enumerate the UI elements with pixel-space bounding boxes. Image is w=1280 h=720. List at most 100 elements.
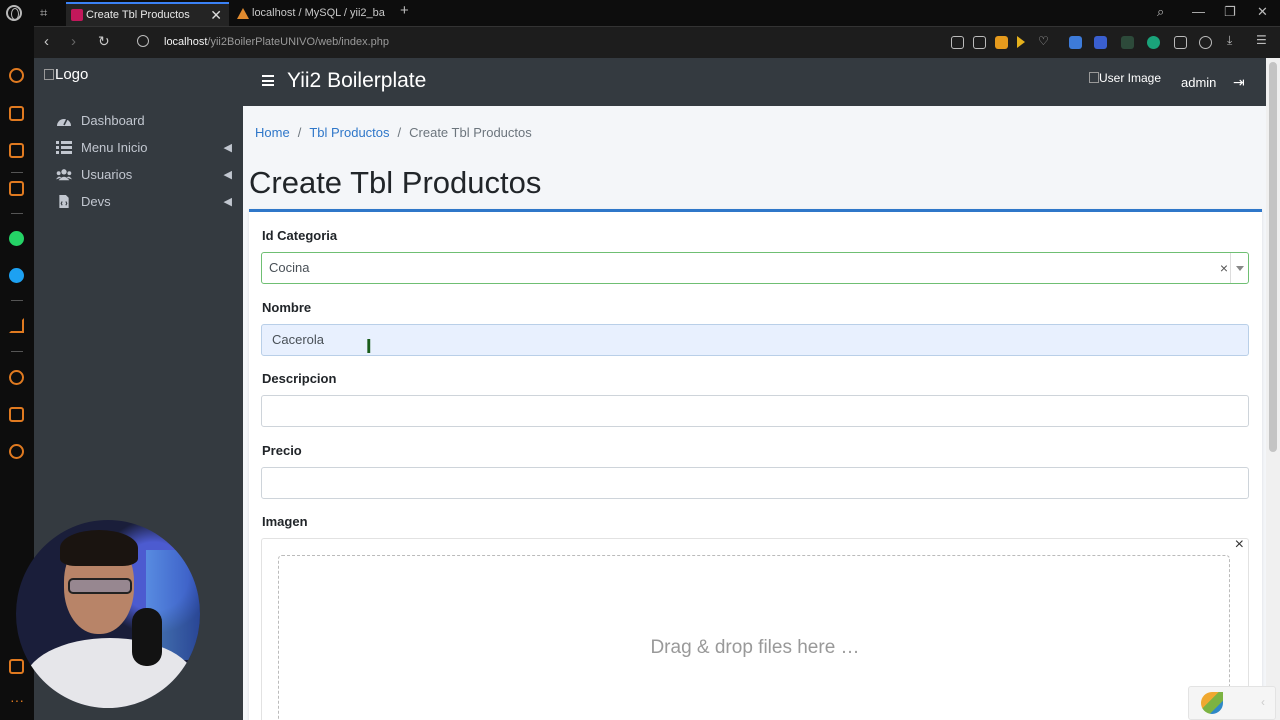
more-icon[interactable]: ··· [10,692,24,708]
id-categoria-select[interactable]: Cocina × [261,252,1249,284]
sign-out-icon[interactable]: ⇥ [1233,74,1245,91]
chevron-left-icon: ‹ [1261,695,1265,709]
url-host: localhost [164,36,208,48]
extensions-icon[interactable] [9,659,24,674]
aria-icon[interactable] [9,181,24,196]
address-bar: ‹ › ↻ localhost/yii2BoilerPlateUNIVO/web… [34,26,1280,58]
page-scrollbar[interactable] [1266,58,1280,720]
site-info-icon[interactable] [137,35,149,47]
code-file-icon [59,195,69,208]
browser-tab-active[interactable]: Create Tbl Productos ✕ [66,2,229,26]
chevron-left-icon: ◀ [223,142,232,154]
broken-image-icon [1089,72,1099,83]
breadcrumb-current: Create Tbl Productos [409,125,532,140]
window-close-icon[interactable]: ✕ [1257,4,1268,20]
tab-search-icon[interactable]: ⌗ [40,5,47,21]
precio-input[interactable] [261,467,1249,499]
hamburger-menu-icon[interactable] [262,75,274,86]
grammar-extension-icon[interactable] [1147,36,1160,49]
dock-separator [11,351,23,352]
player-icon[interactable] [1017,36,1025,48]
dock-separator [11,213,23,214]
sidebar-item-usuarios[interactable]: Usuarios ◀ [56,164,234,186]
sidebar-item-label: Devs [81,194,111,209]
adblock-shield-icon[interactable] [995,36,1008,49]
descripcion-input[interactable] [261,395,1249,427]
extension-icon[interactable] [1121,36,1134,49]
clear-selection-icon[interactable]: × [1220,253,1228,283]
profile-icon[interactable] [1199,36,1212,49]
search-icon[interactable]: ⌕ [1157,4,1164,20]
breadcrumb-separator: / [397,125,402,140]
maximize-icon[interactable]: ❐ [1224,4,1236,20]
product-form-card: Id Categoria Cocina × Nombre Cacerola De… [249,209,1262,720]
forward-icon[interactable]: › [71,33,76,50]
dock-separator [11,172,23,173]
phpmyadmin-favicon-icon [237,8,249,19]
id-categoria-label: Id Categoria [262,228,338,243]
breadcrumb-section-link[interactable]: Tbl Productos [309,125,389,140]
sidebar-item-menu-inicio[interactable]: Menu Inicio ◀ [56,137,234,159]
tab-title: localhost / MySQL / yii2_ba [252,7,385,19]
history-icon[interactable] [9,370,24,385]
nombre-input[interactable]: Cacerola [261,324,1249,356]
url-field[interactable]: localhost/yii2BoilerPlateUNIVO/web/index… [164,36,389,48]
whatsapp-icon[interactable] [9,231,24,246]
scrollbar-thumb[interactable] [1269,62,1277,452]
translate-extension-icon[interactable] [1069,36,1082,49]
tachometer-icon [57,118,71,126]
settings-icon[interactable] [9,444,24,459]
imagen-label: Imagen [262,514,308,529]
speed-dial-icon[interactable] [9,68,24,83]
breadcrumb-separator: / [297,125,302,140]
minimize-icon[interactable]: — [1192,4,1205,19]
user-name[interactable]: admin [1181,75,1216,90]
browser-tab-bar: ⌗ Create Tbl Productos ✕ localhost / MyS… [0,0,1280,26]
twitter-icon[interactable] [9,268,24,283]
broken-image-icon [44,69,54,80]
brand-logo[interactable]: Logo [44,66,88,83]
users-icon [56,169,72,181]
sidebar-item-dashboard[interactable]: Dashboard [56,110,234,132]
dropdown-arrow-icon[interactable] [1230,253,1248,283]
yii-debug-toolbar-toggle[interactable]: ‹ [1188,686,1276,720]
reload-icon[interactable]: ↻ [98,33,110,50]
precio-label: Precio [262,443,302,458]
file-input-box: × Drag & drop files here … [261,536,1249,720]
microphone-icon [132,608,162,666]
yii-logo-icon [1201,692,1223,714]
opera-menu-icon[interactable] [6,5,22,21]
send-icon[interactable] [9,318,24,333]
sidebar-item-label: Menu Inicio [81,140,148,155]
extension-icon[interactable] [1094,36,1107,49]
new-tab-icon[interactable]: + [400,2,409,19]
logo-alt-text: Logo [55,66,89,83]
camera-icon[interactable] [973,36,986,49]
chevron-left-icon: ◀ [223,169,232,181]
easy-setup-icon[interactable]: ☰ [1256,33,1269,47]
cube-icon[interactable] [1174,36,1187,49]
file-drop-zone[interactable]: Drag & drop files here … [278,555,1230,720]
snapshot-icon[interactable] [951,36,964,49]
sidebar-item-label: Usuarios [81,167,133,182]
nombre-label: Nombre [262,300,312,315]
sidebar-item-devs[interactable]: Devs ◀ [56,191,234,213]
download-icon[interactable]: ⤓ [1227,33,1240,47]
heart-icon[interactable]: ♡ [1038,34,1051,48]
bag-icon[interactable] [9,106,24,121]
clear-files-icon[interactable]: × [1235,536,1244,554]
user-image-alt-text: User Image [1099,71,1162,85]
close-tab-icon[interactable]: ✕ [210,4,222,26]
webcam-person-glasses [68,578,132,594]
page-title: Create Tbl Productos [249,165,542,200]
twitch-icon[interactable] [9,143,24,158]
browser-tab[interactable]: localhost / MySQL / yii2_ba [234,2,398,26]
chevron-left-icon: ◀ [223,196,232,208]
breadcrumb: Home / Tbl Productos / Create Tbl Productos [255,125,532,140]
breadcrumb-home-link[interactable]: Home [255,125,290,140]
site-favicon-icon [71,9,83,21]
back-icon[interactable]: ‹ [44,33,49,50]
sidebar-item-label: Dashboard [81,113,145,128]
user-avatar[interactable]: User Image [1089,71,1161,85]
cube-icon[interactable] [9,407,24,422]
